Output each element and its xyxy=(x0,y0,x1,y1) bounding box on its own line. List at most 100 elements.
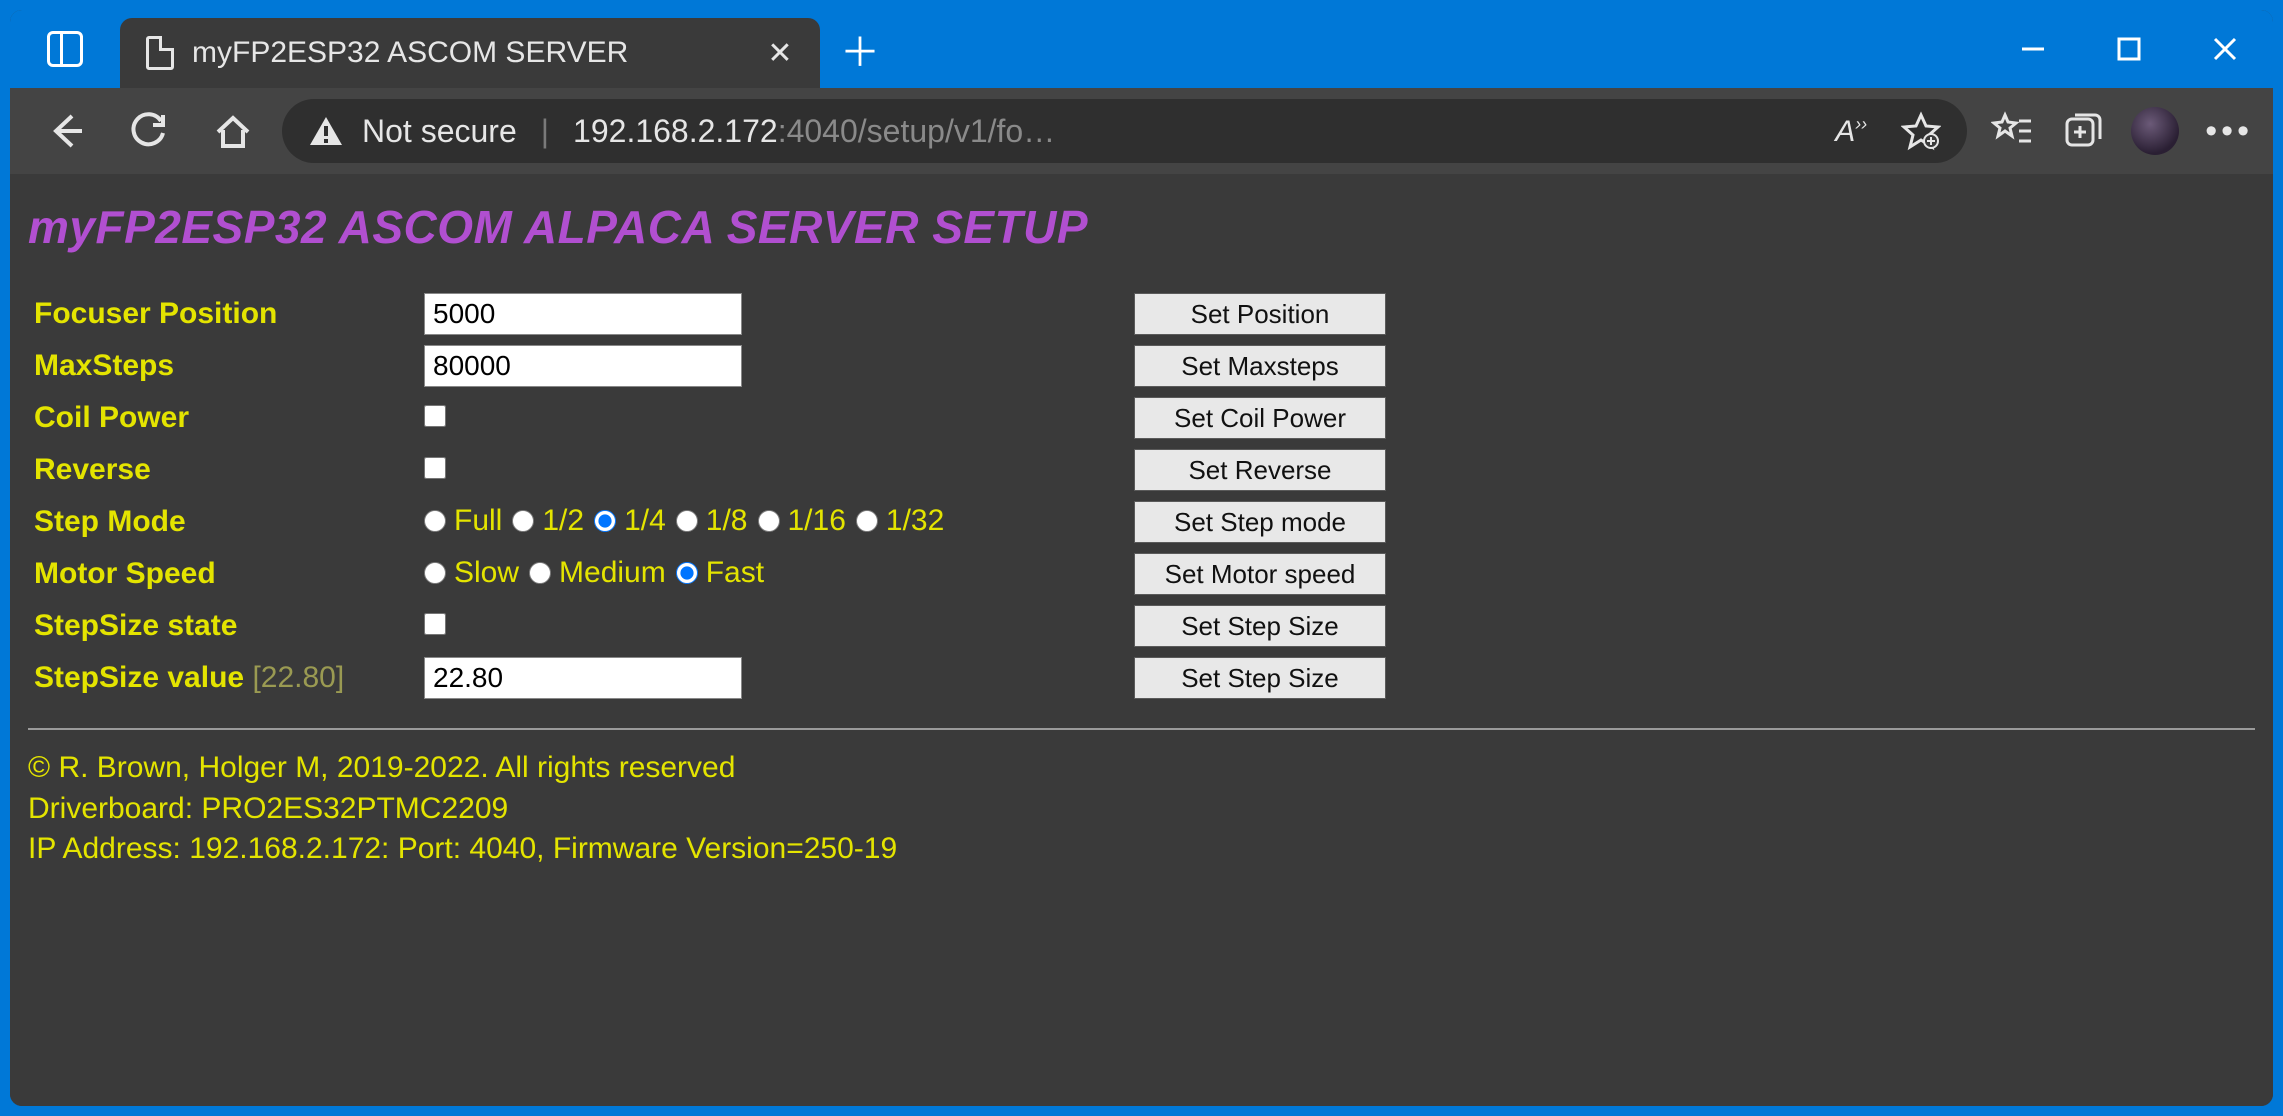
refresh-icon xyxy=(129,111,169,151)
row-step-mode: Step Mode Full 1/2 1/4 1/8 1/16 1/32 Set Step… xyxy=(28,496,1392,548)
tab-title: myFP2ESP32 ASCOM SERVER xyxy=(192,36,742,70)
tab-actions-button[interactable] xyxy=(10,10,120,88)
set-maxsteps-button[interactable]: Set Maxsteps xyxy=(1134,345,1386,387)
set-motor-speed-button[interactable]: Set Motor speed xyxy=(1134,553,1386,595)
set-coil-power-button[interactable]: Set Coil Power xyxy=(1134,397,1386,439)
url-text: 192.168.2.172:4040/setup/v1/fo… xyxy=(573,113,1055,150)
minimize-button[interactable] xyxy=(1985,10,2081,88)
stepmode-label: Full xyxy=(454,504,502,538)
motorspeed-label: Fast xyxy=(706,556,764,590)
footer: © R. Brown, Holger M, 2019-2022. All rig… xyxy=(28,748,2255,870)
row-stepsize-value: StepSize value [22.80] Set Step Size xyxy=(28,652,1392,704)
tab-actions-icon xyxy=(47,31,83,67)
settings-form: Focuser Position Set Position MaxSteps S… xyxy=(28,288,1392,704)
label-motor-speed: Motor Speed xyxy=(28,548,418,600)
stepmode-radio[interactable] xyxy=(856,510,878,532)
stepmode-option[interactable]: 1/8 xyxy=(676,504,748,538)
footer-copyright: © R. Brown, Holger M, 2019-2022. All rig… xyxy=(28,748,2255,789)
set-position-button[interactable]: Set Position xyxy=(1134,293,1386,335)
stepmode-options: Full 1/2 1/4 1/8 1/16 1/32 xyxy=(418,496,1128,548)
set-stepsize-value-button[interactable]: Set Step Size xyxy=(1134,657,1386,699)
stepmode-label: 1/8 xyxy=(706,504,748,538)
row-reverse: Reverse Set Reverse xyxy=(28,444,1392,496)
footer-driverboard: Driverboard: PRO2ES32PTMC2209 xyxy=(28,789,2255,830)
row-maxsteps: MaxSteps Set Maxsteps xyxy=(28,340,1392,392)
stepmode-label: 1/16 xyxy=(788,504,846,538)
page-title: myFP2ESP32 ASCOM ALPACA SERVER SETUP xyxy=(28,200,2255,254)
profile-button[interactable] xyxy=(2131,107,2179,155)
input-focuser-position[interactable] xyxy=(424,293,742,335)
separator: | xyxy=(535,113,555,150)
checkbox-stepsize-state[interactable] xyxy=(424,613,446,635)
stepmode-label: 1/4 xyxy=(624,504,666,538)
label-coil-power: Coil Power xyxy=(28,392,418,444)
input-maxsteps[interactable] xyxy=(424,345,742,387)
page-content: myFP2ESP32 ASCOM ALPACA SERVER SETUP Foc… xyxy=(10,174,2273,1106)
motorspeed-option[interactable]: Fast xyxy=(676,556,764,590)
browser-tab[interactable]: myFP2ESP32 ASCOM SERVER ✕ xyxy=(120,18,820,88)
minimize-icon xyxy=(2018,34,2048,64)
checkbox-reverse[interactable] xyxy=(424,457,446,479)
input-stepsize-value[interactable] xyxy=(424,657,742,699)
menu-button[interactable]: ••• xyxy=(2205,112,2253,151)
checkbox-coil-power[interactable] xyxy=(424,405,446,427)
set-step-mode-button[interactable]: Set Step mode xyxy=(1134,501,1386,543)
maximize-button[interactable] xyxy=(2081,10,2177,88)
motorspeed-radio[interactable] xyxy=(424,562,446,584)
url-host: 192.168.2.172 xyxy=(573,113,778,149)
label-maxsteps: MaxSteps xyxy=(28,340,418,392)
stepmode-option[interactable]: 1/4 xyxy=(594,504,666,538)
tab-close-button[interactable]: ✕ xyxy=(760,36,800,71)
titlebar: myFP2ESP32 ASCOM SERVER ✕ ＋ xyxy=(10,10,2273,88)
stepmode-radio[interactable] xyxy=(594,510,616,532)
security-status: Not secure xyxy=(362,113,517,150)
stepmode-option[interactable]: Full xyxy=(424,504,502,538)
browser-window: myFP2ESP32 ASCOM SERVER ✕ ＋ xyxy=(10,10,2273,1106)
read-aloud-button[interactable]: A›› xyxy=(1835,114,1867,149)
close-window-button[interactable] xyxy=(2177,10,2273,88)
warning-icon xyxy=(308,113,344,149)
toolbar-right: ••• xyxy=(1981,107,2253,155)
favorites-list-button[interactable] xyxy=(1991,109,2035,153)
back-icon xyxy=(44,110,86,152)
back-button[interactable] xyxy=(30,101,100,161)
label-reverse: Reverse xyxy=(28,444,418,496)
row-coil-power: Coil Power Set Coil Power xyxy=(28,392,1392,444)
new-tab-button[interactable]: ＋ xyxy=(820,10,900,88)
close-icon xyxy=(2210,34,2240,64)
row-focuser-position: Focuser Position Set Position xyxy=(28,288,1392,340)
set-stepsize-state-button[interactable]: Set Step Size xyxy=(1134,605,1386,647)
motorspeed-option[interactable]: Medium xyxy=(529,556,666,590)
row-motor-speed: Motor Speed Slow Medium Fast Set Motor spe… xyxy=(28,548,1392,600)
stepmode-radio[interactable] xyxy=(424,510,446,532)
footer-ipinfo: IP Address: 192.168.2.172: Port: 4040, F… xyxy=(28,829,2255,870)
toolbar: Not secure | 192.168.2.172:4040/setup/v1… xyxy=(10,88,2273,174)
label-stepsize-state: StepSize state xyxy=(28,600,418,652)
set-reverse-button[interactable]: Set Reverse xyxy=(1134,449,1386,491)
label-stepsize-value-text: StepSize value xyxy=(34,661,244,694)
page-icon xyxy=(146,36,174,70)
label-focuser-position: Focuser Position xyxy=(28,288,418,340)
motorspeed-radio[interactable] xyxy=(676,562,698,584)
stepmode-radio[interactable] xyxy=(676,510,698,532)
motorspeed-radio[interactable] xyxy=(529,562,551,584)
stepmode-radio[interactable] xyxy=(758,510,780,532)
address-bar[interactable]: Not secure | 192.168.2.172:4040/setup/v1… xyxy=(282,99,1967,163)
label-step-mode: Step Mode xyxy=(28,496,418,548)
motorspeed-label: Slow xyxy=(454,556,519,590)
motorspeed-option[interactable]: Slow xyxy=(424,556,519,590)
home-button[interactable] xyxy=(198,101,268,161)
collections-button[interactable] xyxy=(2061,109,2105,153)
titlebar-left: myFP2ESP32 ASCOM SERVER ✕ ＋ xyxy=(10,10,900,88)
label-stepsize-value-current: [22.80] xyxy=(252,661,344,694)
motorspeed-options: Slow Medium Fast xyxy=(418,548,1128,600)
stepmode-option[interactable]: 1/16 xyxy=(758,504,846,538)
refresh-button[interactable] xyxy=(114,101,184,161)
stepmode-label: 1/2 xyxy=(542,504,584,538)
addressbar-actions: A›› xyxy=(1835,111,1941,151)
favorite-button[interactable] xyxy=(1901,111,1941,151)
stepmode-option[interactable]: 1/32 xyxy=(856,504,944,538)
stepmode-option[interactable]: 1/2 xyxy=(512,504,584,538)
row-stepsize-state: StepSize state Set Step Size xyxy=(28,600,1392,652)
stepmode-radio[interactable] xyxy=(512,510,534,532)
